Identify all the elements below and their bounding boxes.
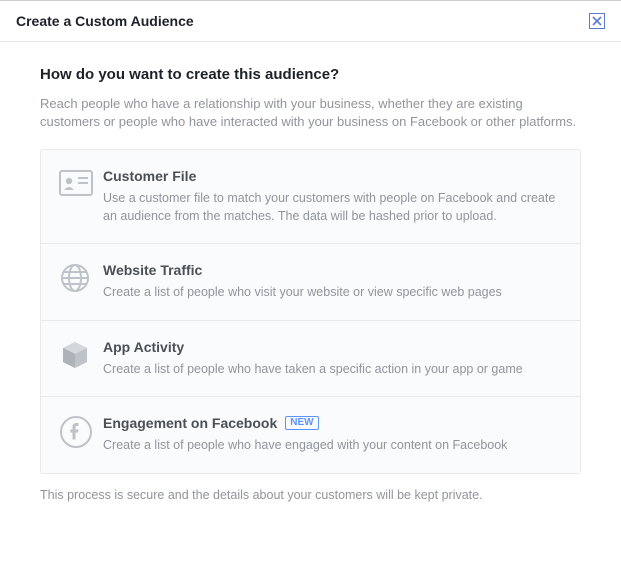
option-title: Engagement on Facebook bbox=[103, 415, 277, 431]
option-engagement-facebook[interactable]: Engagement on Facebook NEW Create a list… bbox=[41, 397, 580, 473]
option-desc: Create a list of people who visit your w… bbox=[103, 284, 562, 302]
option-title: Website Traffic bbox=[103, 262, 202, 278]
option-desc: Create a list of people who have taken a… bbox=[103, 361, 562, 379]
option-desc: Use a customer file to match your custom… bbox=[103, 190, 562, 225]
option-website-traffic[interactable]: Website Traffic Create a list of people … bbox=[41, 244, 580, 321]
customer-file-icon bbox=[59, 168, 103, 204]
new-badge: NEW bbox=[285, 416, 318, 430]
dialog-title: Create a Custom Audience bbox=[16, 13, 194, 29]
dialog-content: How do you want to create this audience?… bbox=[0, 42, 621, 512]
cube-icon bbox=[59, 339, 103, 375]
close-button[interactable] bbox=[589, 13, 605, 29]
option-title: Customer File bbox=[103, 168, 196, 184]
intro-text: Reach people who have a relationship wit… bbox=[40, 95, 581, 131]
options-list: Customer File Use a customer file to mat… bbox=[40, 149, 581, 474]
facebook-icon bbox=[59, 415, 103, 451]
headline-question: How do you want to create this audience? bbox=[40, 66, 581, 83]
globe-icon bbox=[59, 262, 103, 298]
option-desc: Create a list of people who have engaged… bbox=[103, 437, 562, 455]
dialog-header: Create a Custom Audience bbox=[0, 1, 621, 42]
option-customer-file[interactable]: Customer File Use a customer file to mat… bbox=[41, 150, 580, 244]
create-audience-dialog: Create a Custom Audience How do you want… bbox=[0, 0, 621, 512]
privacy-note: This process is secure and the details a… bbox=[40, 488, 581, 502]
option-app-activity[interactable]: App Activity Create a list of people who… bbox=[41, 321, 580, 398]
close-icon bbox=[592, 16, 602, 26]
option-title: App Activity bbox=[103, 339, 184, 355]
